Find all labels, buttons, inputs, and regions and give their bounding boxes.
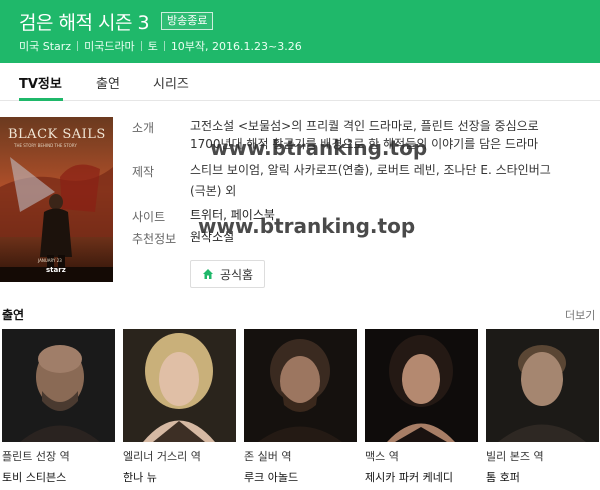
poster-date: JANUARY 23 <box>38 258 62 263</box>
cast-photo[interactable] <box>123 329 236 442</box>
program-header: 검은 해적 시즌 3 방송종료 미국 Starz 미국드라마 토 10부작, 2016… <box>0 0 600 63</box>
program-meta: 미국 Starz 미국드라마 토 10부작, 2016.1.23~3.26 <box>19 38 302 54</box>
cast-card[interactable]: 맥스 역 제시카 파커 케네디 <box>365 329 478 485</box>
more-cast-link[interactable]: 더보기 <box>565 307 595 323</box>
cast-actor[interactable]: 토비 스티븐스 <box>2 469 115 485</box>
poster-title: BLACK SAILS <box>8 127 106 142</box>
home-icon <box>202 268 214 280</box>
meta-divider <box>140 41 142 51</box>
cast-role: 플린트 선장 역 <box>2 450 70 463</box>
meta-episodes: 10부작, 2016.1.23~3.26 <box>170 40 302 53</box>
cast-section-title: 출연 <box>2 308 25 322</box>
official-home-button[interactable]: 공식홈 <box>190 260 265 288</box>
official-home-label: 공식홈 <box>219 267 254 282</box>
intro-label: 소개 <box>132 121 155 135</box>
cast-actor[interactable]: 루크 아놀드 <box>244 469 357 485</box>
cast-card[interactable]: 엘리너 거스리 역 한나 뉴 <box>123 329 236 485</box>
cast-photo[interactable] <box>486 329 599 442</box>
tab-series[interactable]: 시리즈 <box>153 73 189 92</box>
cast-card[interactable]: 플린트 선장 역 토비 스티븐스 <box>2 329 115 485</box>
program-title: 검은 해적 시즌 3 <box>19 12 150 34</box>
status-badge: 방송종료 <box>161 12 214 30</box>
recommend-label: 추천정보 <box>132 232 177 246</box>
cast-actor[interactable]: 한나 뉴 <box>123 469 236 485</box>
producer-label: 제작 <box>132 165 155 179</box>
cast-photo[interactable] <box>244 329 357 442</box>
cast-photo[interactable] <box>365 329 478 442</box>
meta-genre[interactable]: 미국드라마 <box>84 38 135 54</box>
producer-line-2: (극본) 외 <box>190 184 237 198</box>
cast-card[interactable]: 빌리 본즈 역 톰 호퍼 <box>486 329 599 485</box>
tab-tv-info[interactable]: TV정보 <box>19 73 62 92</box>
meta-divider <box>77 41 79 51</box>
watermark-text: www.btranking.top <box>210 136 428 160</box>
cast-role: 빌리 본즈 역 <box>486 450 544 463</box>
tab-cast[interactable]: 출연 <box>96 73 120 92</box>
meta-day: 토 <box>147 40 158 53</box>
site-label: 사이트 <box>132 210 166 224</box>
cast-role: 존 실버 역 <box>244 450 292 463</box>
poster-subtitle: THE STORY BEHIND THE STORY <box>14 143 77 148</box>
poster-brand: starz <box>46 266 66 274</box>
cast-role: 맥스 역 <box>365 450 399 463</box>
cast-card[interactable]: 존 실버 역 루크 아놀드 <box>244 329 357 485</box>
cast-photo[interactable] <box>2 329 115 442</box>
intro-line-1: 고전소설 <보물섬>의 프리퀄 격인 드라마로, 플린트 선장을 중심으로 <box>190 119 539 133</box>
poster-image[interactable]: BLACK SAILS THE STORY BEHIND THE STORY J… <box>0 117 113 282</box>
watermark-text: www.btranking.top <box>198 214 416 238</box>
cast-actor[interactable]: 톰 호퍼 <box>486 469 599 485</box>
tab-bar: TV정보 출연 시리즈 <box>0 63 600 101</box>
cast-role: 엘리너 거스리 역 <box>123 450 201 463</box>
active-tab-indicator <box>19 98 63 101</box>
meta-divider <box>163 41 165 51</box>
producer-line-1[interactable]: 스티브 보이엄, 알릭 사카로프(연출), 로버트 레빈, 조나단 E. 스타인… <box>190 161 551 179</box>
cast-actor[interactable]: 제시카 파커 케네디 <box>365 469 478 485</box>
meta-network[interactable]: 미국 Starz <box>19 38 71 54</box>
